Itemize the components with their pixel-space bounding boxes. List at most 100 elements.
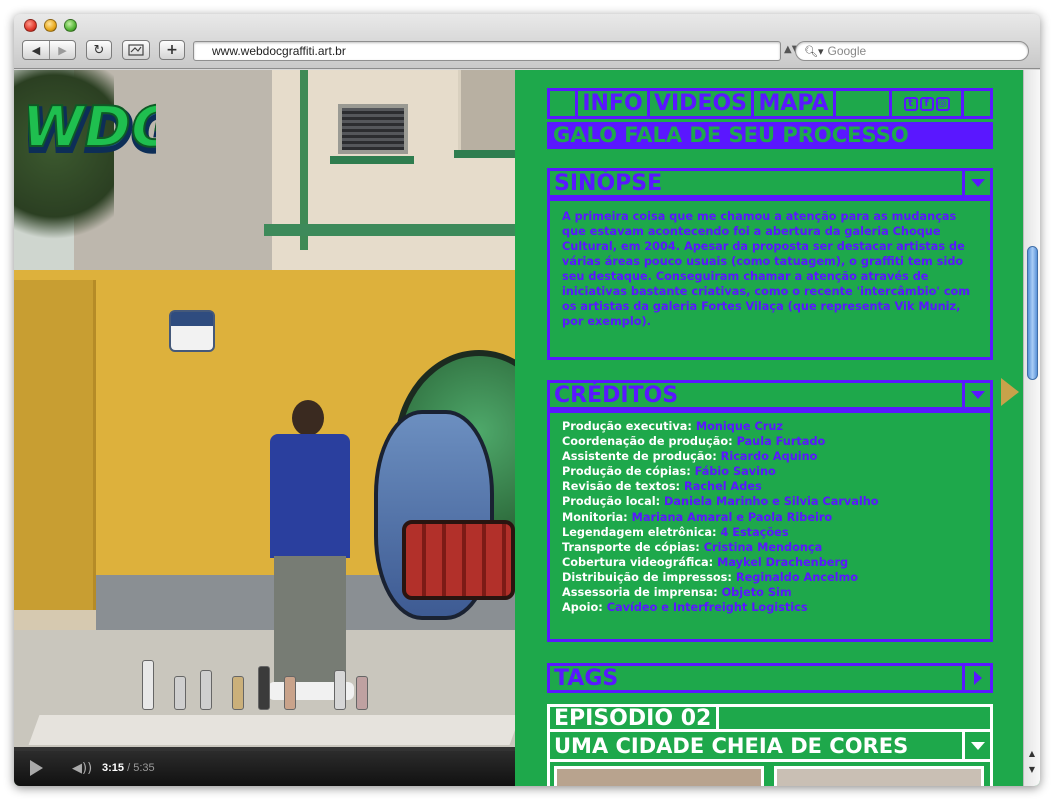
scrollbar-thumb[interactable] [1027,246,1038,380]
credit-row: Cobertura videográfica: Maykel Drachenbe… [562,555,978,570]
twitter-icon[interactable]: t [903,96,918,111]
credit-row: Monitoria: Mariana Amaral e Paola Ribeir… [562,510,978,525]
play-icon[interactable] [30,760,43,776]
snapback-icon [128,44,144,56]
address-bar[interactable]: www.webdocgraffiti.art.br [193,41,781,61]
video-scene-sign-band [171,312,213,326]
forward-button[interactable]: ▶ [48,41,75,59]
credit-role: Cobertura videográfica: [562,555,714,569]
nav-videos-label: VIDEOS [653,91,748,116]
minimize-window-button[interactable] [44,19,57,32]
sinopse-header[interactable]: SINÓPSE [547,168,993,198]
nav-mapa[interactable]: MAPA [754,91,836,116]
nav-spacer [836,91,892,116]
facebook-icon[interactable]: f [919,96,934,111]
vertical-scrollbar[interactable]: ▲ ▼ [1023,70,1040,786]
episode-thumbnail[interactable] [554,766,764,786]
video-scene-artist-head [292,400,324,436]
video-scene-spray-can [334,670,346,710]
volume-icon[interactable]: ◀)) [72,761,92,776]
video-scene-street-sign [169,310,215,352]
sinopse-heading: SINÓPSE [554,170,663,196]
creditos-heading: CRÉDITOS [554,382,679,408]
video-controls: ◀)) 3:15 / 5:35 [14,747,515,786]
credit-role: Distribuição de impressos: [562,570,732,584]
episode-thumbnail[interactable] [774,766,984,786]
episode-toggle[interactable] [962,732,990,759]
browser-window: ◀ ▶ ↻ + www.webdocgraffiti.art.br ▲ ▼ 🔍︎▾… [14,14,1040,786]
video-scene-spray-can [142,660,154,710]
main-nav: INFO VIDEOS MAPA t f ◎ [547,88,993,119]
sinopse-text: A primeira coisa que me chamou a atenção… [562,210,971,328]
back-button[interactable]: ◀ [23,41,49,59]
credit-row: Assistente de produção: Ricardo Aquino [562,449,978,464]
nav-videos[interactable]: VIDEOS [650,91,754,116]
credit-name-link[interactable]: Daniela Marinho e Silvia Carvalho [664,495,879,508]
episode-header-spacer [719,704,993,732]
search-icon: 🔍︎▾ [804,45,824,58]
tags-header[interactable]: TAGS [547,663,993,693]
episode-header: EPISÓDIO 02 [547,704,993,732]
reload-button[interactable]: ↻ [86,40,112,60]
current-time: 3:15 [102,762,125,774]
instagram-glyph: ◎ [938,98,947,109]
credit-role: Monitoria: [562,510,628,524]
reload-icon: ↻ [93,42,105,58]
credit-name-link[interactable]: Cavídeo e Interfreight Logistics [607,601,808,614]
search-placeholder: Google [827,44,867,58]
creditos-header[interactable]: CRÉDITOS [547,380,993,410]
instagram-icon[interactable]: ◎ [935,96,950,111]
credit-name-link[interactable]: Fábio Savino [695,465,776,478]
credit-name-link[interactable]: Rachel Ades [684,480,762,493]
credit-name-link[interactable]: Maykel Drachenberg [717,556,848,569]
tags-toggle[interactable] [962,666,990,690]
credit-name-link[interactable]: Cristina Mendonça [704,541,823,554]
url-text: www.webdocgraffiti.art.br [212,44,346,58]
video-scene-mural [402,520,515,600]
next-arrow-icon[interactable] [1001,378,1019,406]
wdg-logo[interactable]: WDG WDG [28,84,156,164]
scroll-down-icon[interactable]: ▼ [1024,762,1040,776]
credit-row: Assessoria de imprensa: Objeto Sim [562,585,978,600]
credit-name-link[interactable]: Paula Furtado [737,435,826,448]
chevron-down-icon [970,391,985,399]
add-bookmark-button[interactable]: + [159,40,185,60]
nav-home-cell[interactable] [550,91,578,116]
video-progress-track[interactable] [14,747,515,751]
video-scene-spray-cans [134,630,394,710]
credit-name-link[interactable]: Reginaldo Ancelmo [736,571,858,584]
video-scene-spray-can [356,676,368,710]
chevron-down-icon [970,741,985,750]
video-scene-wall [14,280,96,610]
credit-name-link[interactable]: 4 Estações [720,526,788,539]
scroll-up-icon[interactable]: ▲ [1024,746,1040,760]
sinopse-toggle[interactable] [962,171,990,195]
credit-role: Produção de cópias: [562,465,691,479]
video-scene-spray-can [284,676,296,710]
wdg-logo-text: WDG [28,95,156,160]
credit-role: Assistente de produção: [562,450,717,464]
credit-name-link[interactable]: Objeto Sim [722,586,792,599]
video-player[interactable]: WDG WDG ◀)) 3:15 / 5:35 [14,70,515,786]
duration: 5:35 [133,762,155,774]
credit-role: Coordenação de produção: [562,435,733,449]
nav-mapa-label: MAPA [758,91,829,116]
social-links: t f ◎ [892,91,964,116]
credit-role: Produção local: [562,495,661,509]
close-window-button[interactable] [24,19,37,32]
credit-role: Revisão de textos: [562,480,681,494]
episode-title-bar[interactable]: UMA CIDADE CHEIA DE CORES [547,732,993,762]
credit-row: Coordenação de produção: Paula Furtado [562,434,978,449]
nav-info[interactable]: INFO [578,91,650,116]
back-arrow-icon: ◀ [31,43,41,57]
video-scene-window [338,104,408,154]
creditos-toggle[interactable] [962,383,990,407]
search-field[interactable]: 🔍︎▾ Google [795,41,1029,61]
episode-thumbnails [547,762,993,786]
credit-name-link[interactable]: Monique Cruz [696,420,783,433]
zoom-window-button[interactable] [64,19,77,32]
credit-row: Transporte de cópias: Cristina Mendonça [562,540,978,555]
credit-name-link[interactable]: Mariana Amaral e Paola Ribeiro [632,511,833,524]
snapback-button[interactable] [122,40,150,60]
credit-name-link[interactable]: Ricardo Aquino [721,450,818,463]
